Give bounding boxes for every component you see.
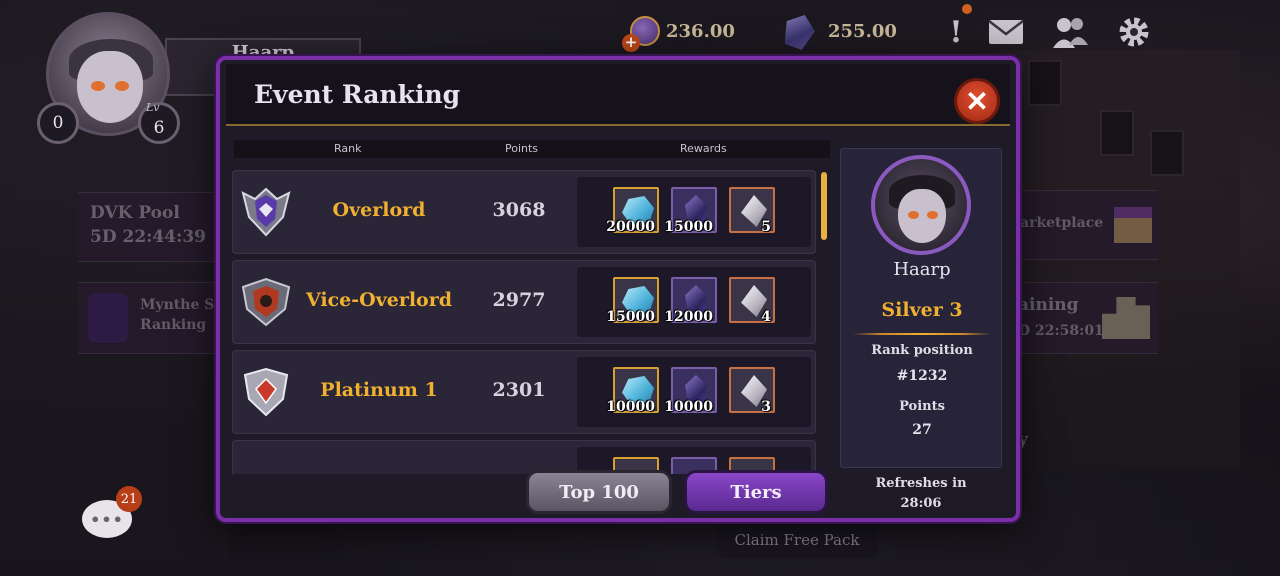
avatar-eye <box>91 81 105 91</box>
friends-icon[interactable] <box>1050 12 1090 52</box>
reward-slot[interactable]: 5 <box>729 187 775 235</box>
player-card-tier: Silver 3 <box>881 299 963 321</box>
reward-slot[interactable]: 15000 <box>606 277 659 325</box>
gem-icon <box>779 10 819 52</box>
reward-slot[interactable]: 3 <box>729 367 775 415</box>
alert-icon[interactable]: ! <box>936 12 976 52</box>
mail-icon[interactable] <box>986 12 1026 52</box>
reward-slot[interactable]: 4 <box>729 277 775 325</box>
rank-name: Vice-Overlord <box>305 289 453 311</box>
trophy-count: 0 <box>52 113 64 133</box>
avatar-eye <box>115 81 129 91</box>
rank-points: 2977 <box>492 289 546 311</box>
avatar-face <box>77 51 143 123</box>
platinum-emblem-icon <box>239 365 293 419</box>
points-label: Points <box>899 399 945 414</box>
ranking-row-platinum-1[interactable]: Platinum 1 2301 10000 10000 3 <box>232 350 816 434</box>
reward-slot[interactable]: 12000 <box>664 277 717 325</box>
reward-quantity: 15000 <box>606 309 655 325</box>
gear-icon[interactable] <box>1114 12 1154 52</box>
event-ranking-modal: Event Ranking ✕ Rank Points Rewards Over… <box>216 56 1020 522</box>
ranking-row-vice-overlord[interactable]: Vice-Overlord 2977 15000 12000 4 <box>232 260 816 344</box>
modal-header: Event Ranking ✕ <box>226 64 1010 126</box>
card-divider <box>853 333 991 335</box>
ranking-row-overlord[interactable]: Overlord 3068 20000 15000 5 <box>232 170 816 254</box>
chat-notification-badge: 21 <box>116 486 142 512</box>
rank-position-label: Rank position <box>871 343 973 358</box>
reward-slot[interactable]: 10000 <box>606 367 659 415</box>
refresh-label: Refreshes in <box>875 476 967 491</box>
rewards-box: 20000 15000 5 <box>577 177 811 247</box>
reward-quantity: 20000 <box>606 219 655 235</box>
reward-quantity: 3 <box>761 399 771 415</box>
reward-quantity: 12000 <box>664 309 713 325</box>
column-rank: Rank <box>334 142 362 155</box>
column-rewards: Rewards <box>680 142 727 155</box>
close-button[interactable]: ✕ <box>954 78 1000 124</box>
avatar-face <box>898 189 946 243</box>
points-value: 27 <box>912 422 932 438</box>
coin-icon: + <box>622 16 660 52</box>
rank-points: 3068 <box>492 199 546 221</box>
rank-name: Platinum 1 <box>320 379 438 401</box>
reward-quantity: 10000 <box>606 399 655 415</box>
overlord-emblem-icon <box>239 185 293 239</box>
top-100-button[interactable]: Top 100 <box>526 470 672 514</box>
gem-amount: 255.00 <box>828 20 897 42</box>
ranking-row-partial[interactable] <box>232 440 816 474</box>
alert-notification-dot <box>962 4 972 14</box>
reward-slot[interactable]: 20000 <box>606 187 659 235</box>
reward-quantity: 15000 <box>664 219 713 235</box>
rewards-box: 10000 10000 3 <box>577 357 811 427</box>
avatar-eye <box>908 211 919 219</box>
rank-name: Overlord <box>332 199 426 221</box>
gem-currency[interactable]: 255.00 <box>784 14 897 48</box>
player-card-name: Haarp <box>893 259 951 280</box>
level-tag: Lv <box>146 101 160 114</box>
coin-currency[interactable]: + 236.00 <box>622 14 735 52</box>
reward-slot[interactable]: 10000 <box>664 367 717 415</box>
refresh-timer: 28:06 <box>900 496 942 511</box>
trophy-badge: 0 <box>37 102 79 144</box>
claim-free-pack-button[interactable]: Claim Free Pack <box>716 522 878 558</box>
ranking-table-header: Rank Points Rewards <box>234 140 830 158</box>
player-rank-card: Haarp Silver 3 Rank position #1232 Point… <box>840 148 1002 468</box>
coin-amount: 236.00 <box>666 20 735 42</box>
modal-title: Event Ranking <box>254 80 461 109</box>
player-card-avatar <box>871 155 971 255</box>
close-icon: ✕ <box>965 84 989 118</box>
column-points: Points <box>505 142 539 155</box>
reward-slot[interactable]: 15000 <box>664 187 717 235</box>
tiers-button[interactable]: Tiers <box>684 470 828 514</box>
rank-position-value: #1232 <box>896 368 948 384</box>
reward-quantity: 4 <box>761 309 771 325</box>
list-scrollbar[interactable] <box>821 172 827 240</box>
avatar-eye <box>927 211 938 219</box>
ranking-list[interactable]: Overlord 3068 20000 15000 5 Vice-Overlor… <box>232 164 822 474</box>
reward-quantity: 5 <box>761 219 771 235</box>
vice-overlord-emblem-icon <box>239 275 293 329</box>
reward-quantity: 10000 <box>664 399 713 415</box>
add-coins-icon[interactable]: + <box>622 34 640 52</box>
rank-points: 2301 <box>492 379 546 401</box>
rewards-box: 15000 12000 4 <box>577 267 811 337</box>
